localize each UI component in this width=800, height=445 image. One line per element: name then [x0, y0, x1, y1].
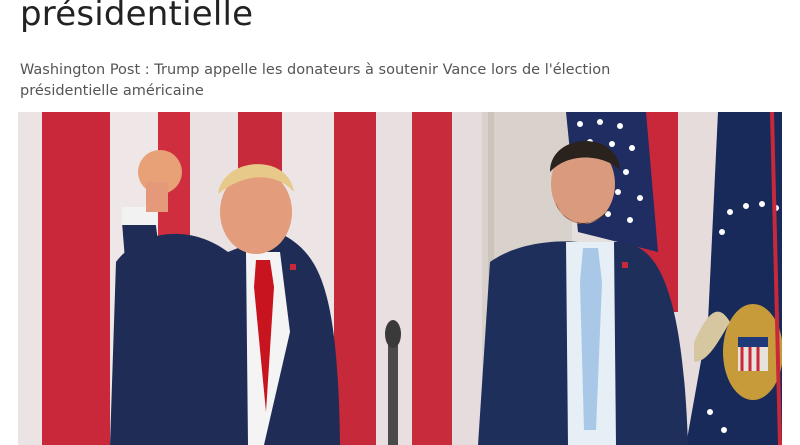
article-headline: présidentielle	[20, 0, 254, 34]
article-subtitle: Washington Post : Trump appelle les dona…	[20, 62, 611, 99]
article-photo[interactable]	[18, 112, 782, 445]
article-photo-illustration	[18, 112, 782, 445]
